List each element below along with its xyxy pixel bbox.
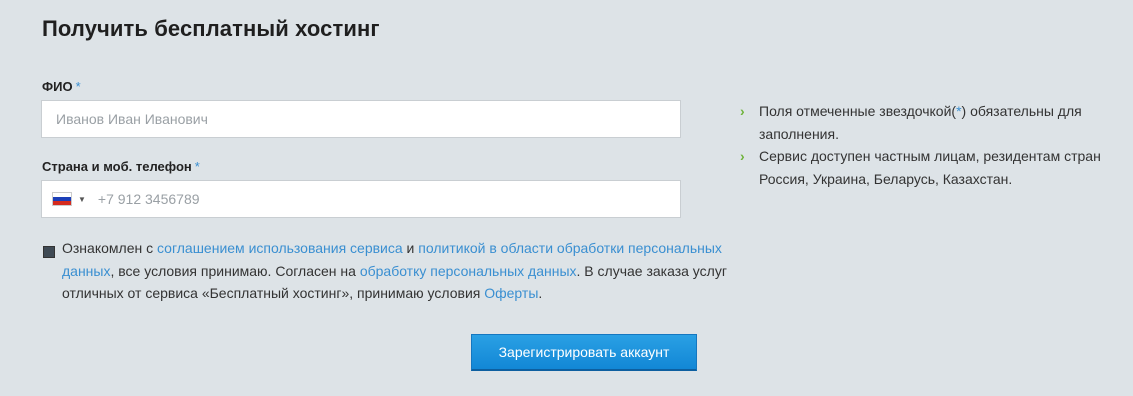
- agreement-text: Ознакомлен с соглашением использования с…: [62, 237, 742, 305]
- required-mark: *: [75, 79, 81, 94]
- russia-flag-icon: [52, 192, 72, 206]
- note-2-text: Сервис доступен частным лицам, резидента…: [759, 148, 1101, 187]
- fio-label: ФИО *: [42, 79, 81, 94]
- country-selector[interactable]: ▼: [42, 181, 90, 217]
- offer-link[interactable]: Оферты: [484, 285, 538, 301]
- required-mark: *: [194, 159, 200, 174]
- agreement-text-5: .: [538, 285, 543, 301]
- fio-field-box: [41, 100, 681, 138]
- chevron-down-icon: ▼: [78, 194, 86, 204]
- page-title: Получить бесплатный хостинг: [42, 16, 380, 41]
- personal-data-processing-link[interactable]: обработку персональных данных: [360, 263, 577, 279]
- agreement-text-1: Ознакомлен с: [62, 240, 157, 256]
- phone-field-box: ▼: [41, 180, 681, 218]
- note-1-text-before: Поля отмеченные звездочкой(: [759, 103, 957, 119]
- info-notes: › Поля отмеченные звездочкой(*) обязател…: [740, 100, 1110, 190]
- fio-input[interactable]: [42, 101, 680, 137]
- agreement-checkbox[interactable]: [43, 246, 55, 258]
- chevron-right-icon: ›: [740, 148, 745, 164]
- agreement-text-2: и: [402, 240, 419, 256]
- register-button[interactable]: Зарегистрировать аккаунт: [471, 334, 697, 371]
- service-agreement-link[interactable]: соглашением использования сервиса: [157, 240, 403, 256]
- note-required-fields: › Поля отмеченные звездочкой(*) обязател…: [740, 100, 1110, 145]
- agreement-text-3: , все условия принимаю. Согласен на: [110, 262, 360, 279]
- fio-label-text: ФИО: [42, 79, 73, 94]
- phone-input[interactable]: [89, 181, 680, 217]
- phone-label: Страна и моб. телефон *: [42, 159, 200, 174]
- note-residency: › Сервис доступен частным лицам, резиден…: [740, 145, 1110, 190]
- chevron-right-icon: ›: [740, 103, 745, 119]
- phone-label-text: Страна и моб. телефон: [42, 159, 192, 174]
